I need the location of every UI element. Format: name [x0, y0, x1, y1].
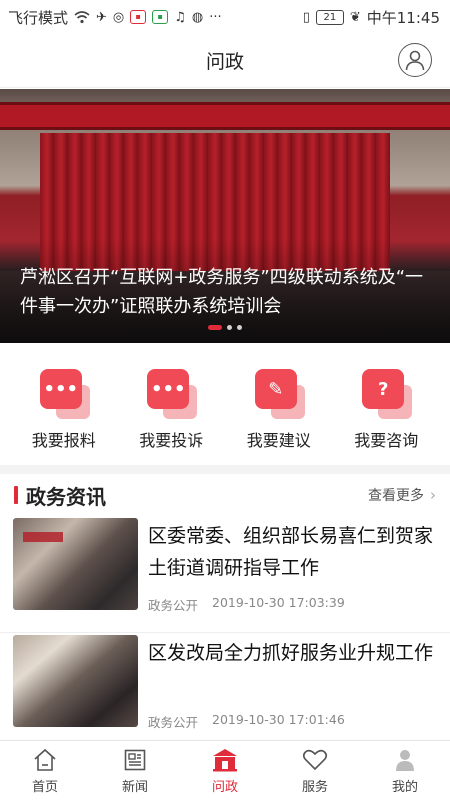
tab-home[interactable]: 首页	[5, 747, 85, 795]
tab-label: 服务	[301, 779, 328, 795]
top-nav: 问政	[0, 34, 450, 88]
tab-mine[interactable]: 我的	[365, 747, 445, 795]
profile-button[interactable]	[398, 43, 432, 77]
status-left: 飞行模式 ✈ ◎ ▪ ▪ ♫ ◍ ···	[8, 7, 222, 28]
wifi-icon	[74, 10, 90, 24]
news-time: 2019-10-30 17:03:39	[212, 595, 345, 610]
question-icon: ?	[358, 369, 414, 419]
carousel-dot	[237, 325, 242, 330]
chat-dots-icon: •••	[36, 369, 92, 419]
tab-service[interactable]: 服务	[275, 747, 355, 795]
carousel-dot	[208, 325, 222, 330]
news-tag: 政务公开	[148, 715, 199, 730]
news-item[interactable]: 区发改局全力抓好服务业升规工作 政务公开 2019-10-30 17:01:46	[0, 633, 450, 750]
tab-wenzheng[interactable]: 问政	[185, 747, 265, 795]
news-thumbnail	[13, 635, 138, 727]
banner-image-backdrop-strip	[0, 102, 450, 130]
chevron-right-icon: ›	[430, 486, 436, 504]
carousel-dot	[227, 325, 232, 330]
section-header: 政务资讯 查看更多 ›	[0, 474, 450, 516]
tab-label: 新闻	[121, 779, 148, 795]
heart-icon	[301, 747, 329, 773]
tab-label: 问政	[211, 779, 238, 795]
news-tag: 政务公开	[148, 598, 199, 613]
complaint-message-icon: •••	[143, 369, 199, 419]
action-label: 我要建议	[246, 431, 311, 450]
banner-carousel[interactable]: 芦淞区召开“互联网+政务服务”四级联动系统及“一件事一次办”证照联办系统培训会	[0, 89, 450, 343]
status-bar: 飞行模式 ✈ ◎ ▪ ▪ ♫ ◍ ··· ▯ 21 ❦ 中午11:45	[0, 0, 450, 34]
news-thumbnail	[13, 518, 138, 610]
news-body: 区委常委、组织部长易喜仁到贺家土街道调研指导工作 政务公开 2019-10-30…	[138, 518, 436, 618]
page-title: 问政	[205, 51, 244, 73]
section-title: 政务资讯	[14, 481, 106, 510]
news-body: 区发改局全力抓好服务业升规工作 政务公开 2019-10-30 17:01:46	[138, 635, 436, 735]
see-more-label: 查看更多	[368, 488, 424, 504]
see-more-link[interactable]: 查看更多 ›	[368, 485, 436, 505]
action-complaint-button[interactable]: ••• 我要投诉	[124, 369, 219, 465]
news-icon	[121, 747, 149, 773]
news-item[interactable]: 区委常委、组织部长易喜仁到贺家土街道调研指导工作 政务公开 2019-10-30…	[0, 516, 450, 633]
more-notifications-icon: ···	[209, 9, 222, 25]
news-meta: 政务公开 2019-10-30 17:01:46	[148, 712, 436, 731]
battery-icon: 21	[315, 9, 344, 25]
news-title: 区委常委、组织部长易喜仁到贺家土街道调研指导工作	[148, 525, 434, 579]
status-right: ▯ 21 ❦ 中午11:45	[303, 7, 440, 28]
civic-building-icon	[211, 747, 239, 773]
section-title-text: 政务资讯	[26, 484, 106, 509]
action-suggestion-button[interactable]: ✎ 我要建议	[231, 369, 326, 465]
pencil-suggestion-icon: ✎	[251, 369, 307, 419]
calendar-icon: ▪	[130, 10, 147, 24]
action-consult-button[interactable]: ? 我要咨询	[339, 369, 434, 465]
action-label: 我要咨询	[354, 431, 419, 450]
airplane-mode-label: 飞行模式	[8, 8, 69, 27]
clock: 中午11:45	[366, 8, 440, 27]
chat-icon: ◍	[191, 9, 204, 25]
bottom-tab-bar: 首页 新闻 问政 服务 我的	[0, 740, 450, 800]
quick-actions: ••• 我要报料 ••• 我要投诉 ✎ 我要建议 ? 我要咨询	[0, 343, 450, 465]
section-divider	[0, 465, 450, 474]
news-meta: 政务公开 2019-10-30 17:03:39	[148, 595, 436, 614]
news-time: 2019-10-30 17:01:46	[212, 712, 345, 727]
action-report-button[interactable]: ••• 我要报料	[16, 369, 111, 465]
carousel-indicator	[208, 325, 242, 330]
banner-caption: 芦淞区召开“互联网+政务服务”四级联动系统及“一件事一次办”证照联办系统培训会	[20, 267, 424, 317]
home-icon	[31, 747, 59, 773]
section-accent-bar	[14, 486, 18, 504]
app-notification-icon: ▪	[152, 10, 169, 24]
tab-label: 首页	[31, 779, 58, 795]
user-icon	[405, 50, 425, 71]
vibrate-icon: ▯	[302, 9, 310, 25]
tab-label: 我的	[391, 779, 418, 795]
news-list: 区委常委、组织部长易喜仁到贺家土街道调研指导工作 政务公开 2019-10-30…	[0, 516, 450, 750]
tab-news[interactable]: 新闻	[95, 747, 175, 795]
airplane-icon: ✈	[96, 9, 107, 25]
globe-icon: ◎	[112, 9, 125, 25]
leaf-icon: ❦	[349, 9, 361, 25]
music-icon: ♫	[174, 9, 186, 25]
action-label: 我要投诉	[139, 431, 204, 450]
user-icon	[391, 747, 419, 773]
news-title: 区发改局全力抓好服务业升规工作	[148, 642, 434, 664]
action-label: 我要报料	[31, 431, 96, 450]
